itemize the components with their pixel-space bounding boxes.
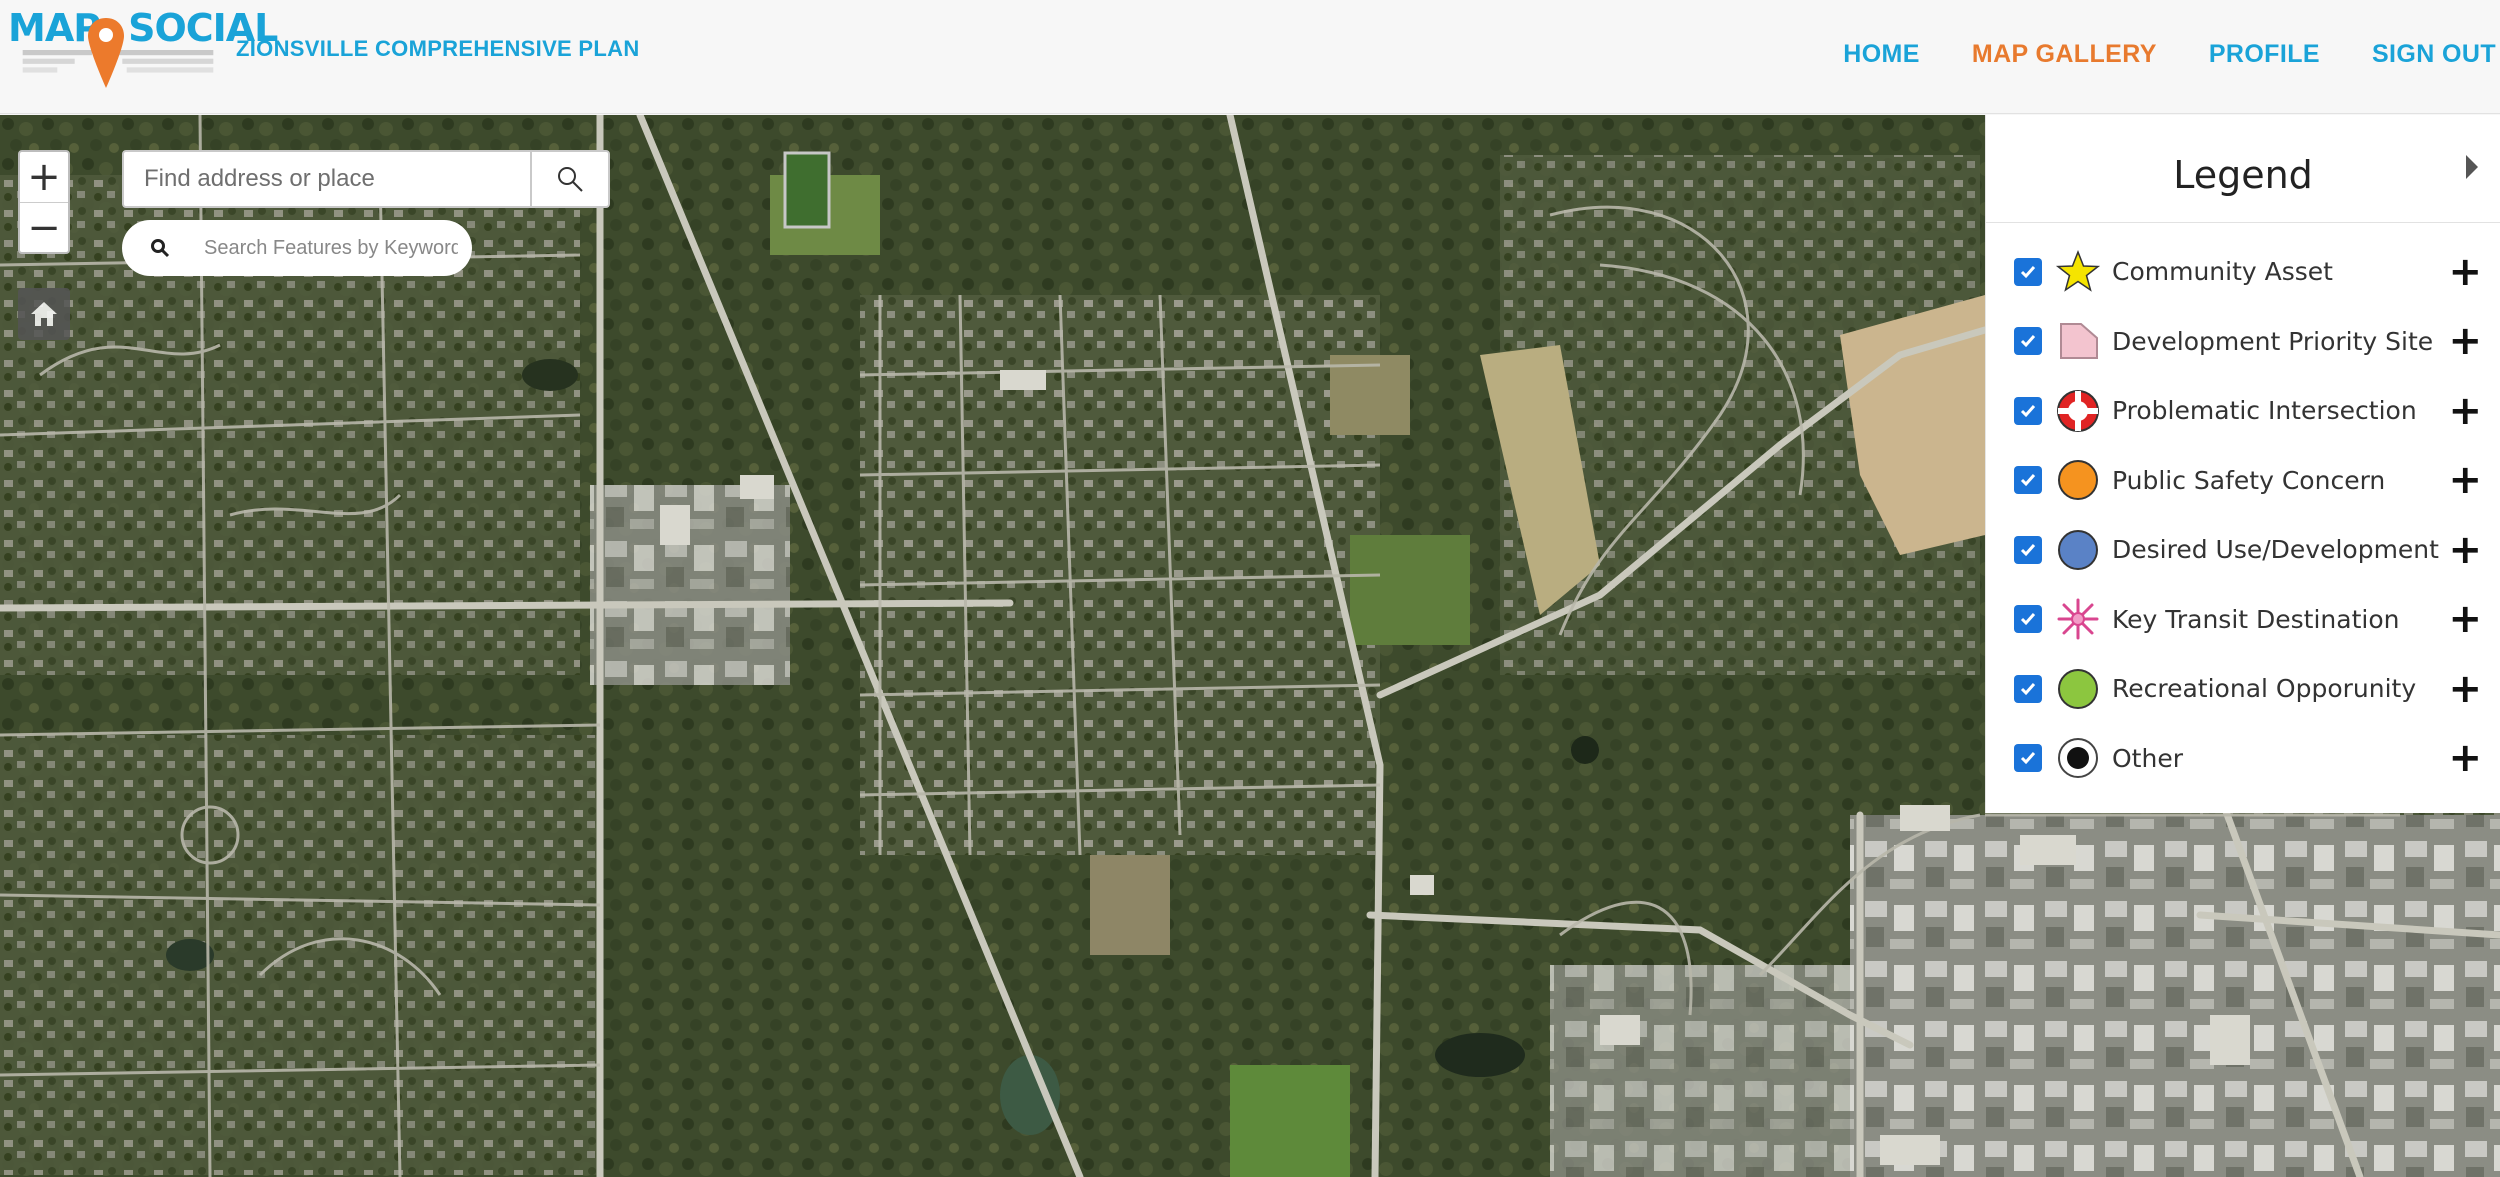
add-point-button[interactable]: + [2448, 527, 2482, 573]
legend-label: Community Asset [2112, 257, 2333, 287]
legend-label: Development Priority Site [2112, 326, 2434, 356]
legend-label: Problematic Intersection [2112, 396, 2417, 426]
main-nav: HOME MAP GALLERY PROFILE SIGN OUT [1791, 40, 2500, 69]
legend-item-key-transit-destination: Key Transit Destination + [1986, 585, 2500, 655]
pink-flag-icon [2054, 317, 2102, 365]
add-point-button[interactable]: + [2448, 318, 2482, 364]
checkmark-icon [2020, 752, 2036, 765]
search-icon [151, 239, 170, 258]
app-header: MAP SOCIAL ZIONSVILLE COMPREHENSIVE PLAN … [0, 0, 2500, 114]
nav-profile[interactable]: PROFILE [2209, 40, 2320, 69]
legend-item-other: Other + [1986, 724, 2500, 794]
add-point-button[interactable]: + [2448, 735, 2482, 781]
search-icon [558, 167, 583, 192]
legend-label: Desired Use/Development [2112, 535, 2439, 565]
feature-search [122, 220, 472, 276]
address-search-input[interactable] [124, 152, 530, 206]
map-pin-icon [88, 18, 124, 88]
checkmark-icon [2020, 404, 2036, 417]
legend-panel: Legend Community Asset + Development Pri… [1985, 115, 2500, 813]
add-point-button[interactable]: + [2448, 666, 2482, 712]
feature-search-input[interactable] [202, 235, 460, 261]
legend-checkbox[interactable] [2014, 327, 2042, 356]
checkmark-icon [2020, 543, 2036, 556]
pink-burst-icon [2054, 595, 2102, 643]
nav-sign-out[interactable]: SIGN OUT [2372, 40, 2496, 69]
legend-item-recreational-opportunity: Recreational Opporunity + [1986, 654, 2500, 724]
legend-item-development-priority-site: Development Priority Site + [1986, 307, 2500, 377]
app-title: ZIONSVILLE COMPREHENSIVE PLAN [236, 36, 640, 61]
legend-item-public-safety-concern: Public Safety Concern + [1986, 446, 2500, 516]
nav-map-gallery[interactable]: MAP GALLERY [1972, 40, 2157, 69]
mapsocial-logo[interactable]: MAP SOCIAL [8, 6, 278, 88]
checkmark-icon [2020, 613, 2036, 626]
nav-home[interactable]: HOME [1843, 40, 1920, 69]
legend-item-problematic-intersection: Problematic Intersection + [1986, 376, 2500, 446]
orange-circle-icon [2054, 456, 2102, 504]
black-target-icon [2054, 734, 2102, 782]
legend-label: Recreational Opporunity [2112, 674, 2417, 704]
legend-checkbox[interactable] [2014, 257, 2042, 286]
checkmark-icon [2020, 265, 2036, 278]
home-icon [31, 302, 57, 326]
legend-item-community-asset: Community Asset + [1986, 237, 2500, 307]
legend-collapse-arrow-icon[interactable] [2466, 155, 2478, 179]
legend-checkbox[interactable] [2014, 396, 2042, 425]
legend-checkbox[interactable] [2014, 744, 2042, 773]
checkmark-icon [2020, 335, 2036, 348]
legend-checkbox[interactable] [2014, 466, 2042, 495]
zoom-out-button[interactable]: − [20, 202, 68, 252]
legend-checkbox[interactable] [2014, 535, 2042, 564]
add-point-button[interactable]: + [2448, 249, 2482, 295]
checkmark-icon [2020, 682, 2036, 695]
legend-label: Key Transit Destination [2112, 604, 2400, 634]
legend-item-desired-use-development: Desired Use/Development + [1986, 515, 2500, 585]
legend-label: Other [2112, 743, 2183, 773]
blue-circle-icon [2054, 526, 2102, 574]
legend-list: Community Asset + Development Priority S… [1986, 223, 2500, 793]
star-icon [2054, 248, 2102, 296]
address-search [122, 150, 610, 208]
add-point-button[interactable]: + [2448, 388, 2482, 434]
add-point-button[interactable]: + [2448, 596, 2482, 642]
add-point-button[interactable]: + [2448, 457, 2482, 503]
green-circle-icon [2054, 665, 2102, 713]
red-ring-icon [2054, 387, 2102, 435]
legend-header: Legend [1986, 115, 2500, 223]
address-search-button[interactable] [530, 152, 608, 206]
legend-label: Public Safety Concern [2112, 465, 2386, 495]
legend-title: Legend [2173, 153, 2313, 197]
legend-checkbox[interactable] [2014, 605, 2042, 634]
zoom-control: + − [18, 150, 70, 254]
checkmark-icon [2020, 474, 2036, 487]
feature-search-icon-wrap [122, 238, 180, 258]
home-button[interactable] [18, 288, 70, 340]
legend-checkbox[interactable] [2014, 674, 2042, 703]
zoom-in-button[interactable]: + [20, 152, 68, 202]
